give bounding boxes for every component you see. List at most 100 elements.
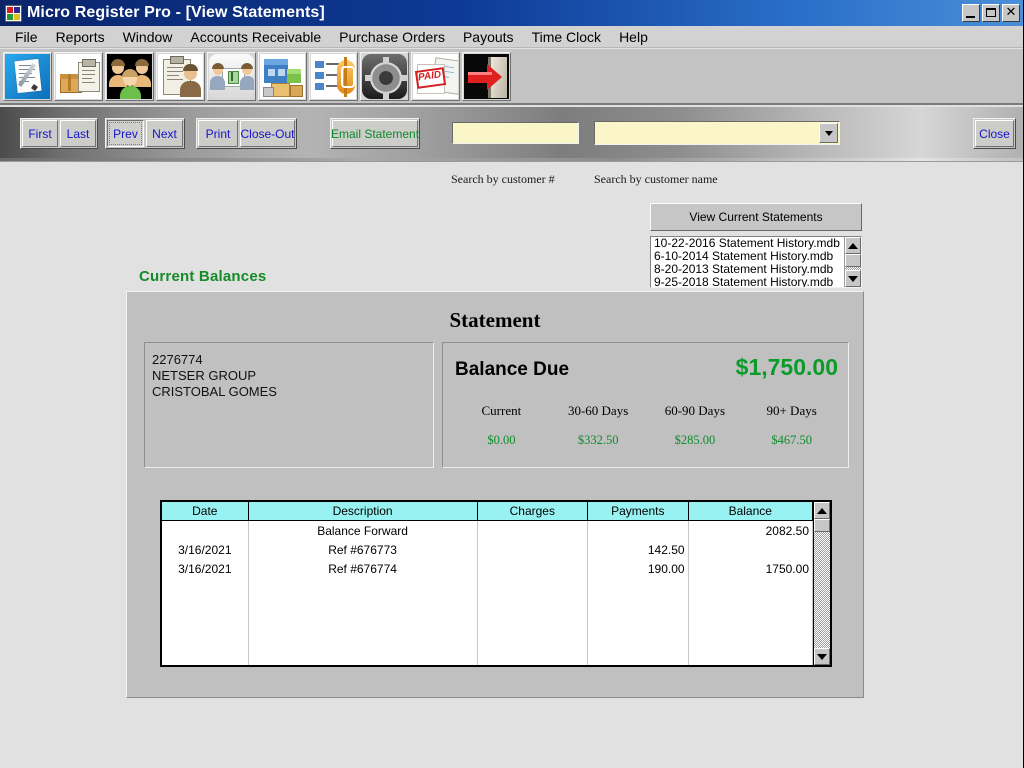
view-current-statements-button[interactable]: View Current Statements — [650, 203, 862, 231]
first-button[interactable]: First — [22, 120, 58, 147]
menu-item-help[interactable]: Help — [610, 28, 657, 46]
statement-history-list[interactable]: 10-22-2016 Statement History.mdb 6-10-20… — [650, 236, 862, 288]
balance-due-label: Balance Due — [455, 359, 570, 380]
toolbar-button-employees[interactable] — [156, 51, 205, 101]
scrollbar-thumb[interactable] — [845, 254, 861, 267]
column-header-payments[interactable]: Payments — [588, 502, 689, 520]
search-customer-number-input[interactable] — [452, 122, 579, 144]
menu-item-payouts[interactable]: Payouts — [454, 28, 523, 46]
minimize-button[interactable] — [962, 4, 980, 22]
customer-company: NETSER GROUP — [152, 368, 257, 383]
cell-charges — [478, 559, 589, 578]
title-bar: Micro Register Pro - [View Statements] ✕ — [0, 0, 1023, 26]
menu-item-time-clock[interactable]: Time Clock — [523, 28, 611, 46]
toolbar-button-pricing[interactable] — [309, 51, 358, 101]
transactions-grid-scrollbar[interactable] — [813, 502, 830, 665]
toolbar-button-paid-invoices[interactable]: PAID — [411, 51, 460, 101]
customer-info-box: 2276774 NETSER GROUP CRISTOBAL GOMES — [144, 342, 434, 468]
package-clipboard-icon — [56, 53, 101, 99]
customers-people-icon — [107, 53, 152, 99]
gears-settings-icon — [362, 53, 407, 99]
aging-label: 60-90 Days — [664, 403, 726, 418]
last-button[interactable]: Last — [60, 120, 96, 147]
current-balances-heading: Current Balances — [139, 268, 267, 285]
menu-item-window[interactable]: Window — [114, 28, 182, 46]
triangle-down-icon[interactable] — [845, 270, 861, 287]
nav-group-email: Email Statement — [330, 118, 420, 149]
column-header-balance[interactable]: Balance — [689, 502, 813, 520]
balance-summary-box: Balance Due $1,750.00 Current $0.00 30-6… — [442, 342, 849, 468]
list-dollar-icon — [311, 53, 356, 99]
close-window-button[interactable]: ✕ — [1002, 4, 1020, 22]
employee-clipboard-icon — [158, 53, 203, 99]
cell-balance: 2082.50 — [689, 521, 813, 540]
nav-group-close: Close — [973, 118, 1016, 149]
toolbar-button-warehouse[interactable] — [258, 51, 307, 101]
toolbar-button-customers[interactable] — [105, 51, 154, 101]
triangle-up-icon[interactable] — [845, 237, 861, 254]
triangle-down-icon[interactable] — [814, 648, 830, 665]
toolbar-button-accounts[interactable] — [207, 51, 256, 101]
icon-toolbar: PAID — [0, 49, 1023, 105]
toolbar-button-inventory[interactable] — [54, 51, 103, 101]
aging-label: 90+ Days — [766, 403, 817, 418]
restore-button[interactable] — [982, 4, 1000, 22]
menu-item-reports[interactable]: Reports — [47, 28, 114, 46]
toolbar-button-exit[interactable] — [462, 51, 511, 101]
aging-value: $332.50 — [577, 433, 619, 447]
application-window: Micro Register Pro - [View Statements] ✕… — [0, 0, 1024, 768]
customer-account-number: 2276774 — [152, 352, 203, 367]
warehouse-icon — [260, 53, 305, 99]
search-customer-name-label: Search by customer name — [594, 172, 718, 186]
navigation-toolbar: First Last Prev Next Print Close-Out Ema… — [0, 107, 1023, 162]
cell-balance: 1750.00 — [689, 559, 813, 578]
toolbar-button-new-invoice[interactable] — [3, 51, 52, 101]
email-statement-button[interactable]: Email Statement — [331, 120, 419, 147]
column-header-description[interactable]: Description — [249, 502, 478, 520]
close-button[interactable]: Close — [975, 120, 1014, 147]
next-button[interactable]: Next — [146, 120, 183, 147]
menu-item-purchase-orders[interactable]: Purchase Orders — [330, 28, 454, 46]
balance-due-row: Balance Due $1,750.00 — [455, 354, 838, 381]
window-controls: ✕ — [962, 4, 1020, 22]
aging-value: $0.00 — [487, 433, 516, 447]
aging-label: 30-60 Days — [567, 403, 629, 418]
menu-item-accounts-receivable[interactable]: Accounts Receivable — [181, 28, 330, 46]
scrollbar-thumb[interactable] — [814, 519, 830, 532]
transactions-grid-main: Date Description Charges Payments Balanc… — [162, 502, 813, 665]
scrollbar-track[interactable] — [814, 532, 830, 648]
history-list-scrollbar[interactable] — [844, 237, 861, 287]
close-out-button[interactable]: Close-Out — [240, 120, 295, 147]
cell-description: Ref #676774 — [249, 559, 478, 578]
prev-button[interactable]: Prev — [107, 120, 144, 147]
nav-group-first-last: First Last — [20, 118, 98, 149]
cell-description: Balance Forward — [249, 521, 478, 540]
grid-empty-rows — [162, 578, 813, 665]
aging-bucket-90-plus: 90+ Days $467.50 — [743, 403, 840, 448]
aging-label: Current — [481, 403, 522, 418]
menu-item-file[interactable]: File — [6, 28, 47, 46]
toolbar-button-settings[interactable] — [360, 51, 409, 101]
search-customer-name-combo[interactable] — [594, 121, 840, 145]
transactions-grid-body: Balance Forward 2082.50 3/16/2021 Ref #6… — [162, 521, 813, 665]
aging-buckets: Current $0.00 30-60 Days $332.50 60-90 D… — [453, 403, 840, 448]
menu-bar: File Reports Window Accounts Receivable … — [0, 26, 1023, 48]
table-row[interactable]: 3/16/2021 Ref #676774 190.00 1750.00 — [162, 559, 813, 578]
print-button[interactable]: Print — [198, 120, 238, 147]
statement-history-items: 10-22-2016 Statement History.mdb 6-10-20… — [651, 237, 844, 287]
table-row[interactable]: 3/16/2021 Ref #676773 142.50 — [162, 540, 813, 559]
aging-bucket-30-60: 30-60 Days $332.50 — [550, 403, 647, 448]
chevron-down-icon[interactable] — [819, 123, 838, 143]
list-item[interactable]: 9-25-2018 Statement History.mdb — [654, 276, 844, 288]
transactions-grid[interactable]: Date Description Charges Payments Balanc… — [160, 500, 832, 667]
exit-door-arrow-icon — [464, 53, 509, 99]
table-row[interactable]: Balance Forward 2082.50 — [162, 521, 813, 540]
windows-logo-icon — [5, 4, 22, 22]
cell-payments — [588, 521, 689, 540]
column-header-charges[interactable]: Charges — [478, 502, 589, 520]
column-header-date[interactable]: Date — [162, 502, 249, 520]
transactions-grid-header: Date Description Charges Payments Balanc… — [162, 502, 813, 521]
meeting-money-icon — [209, 53, 254, 99]
triangle-up-icon[interactable] — [814, 502, 830, 519]
cell-charges — [478, 540, 589, 559]
